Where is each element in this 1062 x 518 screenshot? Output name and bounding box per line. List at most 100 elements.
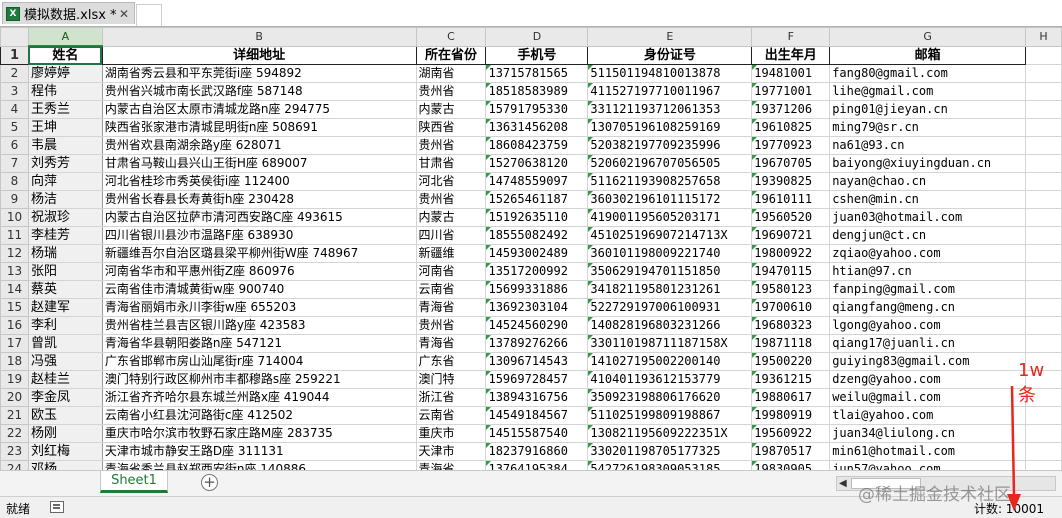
cell[interactable]: 陕西省张家港市清城昆明街n座 508691 bbox=[101, 118, 417, 137]
cell[interactable]: 19361215 bbox=[751, 370, 831, 389]
cell[interactable]: 杨刚 bbox=[27, 424, 103, 443]
cell[interactable]: dengjun@ct.cn bbox=[829, 226, 1027, 245]
empty-cell[interactable] bbox=[1025, 45, 1062, 65]
cell[interactable]: 13764195384 bbox=[485, 460, 589, 470]
column-header-g[interactable]: G bbox=[829, 27, 1027, 47]
empty-cell[interactable] bbox=[1025, 64, 1062, 83]
cell[interactable]: zqiao@yahoo.com bbox=[829, 244, 1027, 263]
cell[interactable]: 14748559097 bbox=[485, 172, 589, 191]
cell[interactable]: 廖婷婷 bbox=[27, 64, 103, 83]
cell[interactable]: 浙江省 bbox=[415, 388, 487, 407]
cell[interactable]: ming79@sr.cn bbox=[829, 118, 1027, 137]
cell[interactable]: lihe@gmail.com bbox=[829, 82, 1027, 101]
empty-cell[interactable] bbox=[1025, 280, 1062, 299]
row-number[interactable]: 3 bbox=[0, 82, 29, 101]
cell[interactable]: 15265461187 bbox=[485, 190, 589, 209]
new-tab-button[interactable] bbox=[136, 4, 162, 26]
empty-cell[interactable] bbox=[1025, 406, 1062, 425]
cell[interactable]: 欧玉 bbox=[27, 406, 103, 425]
cell[interactable]: 四川省 bbox=[415, 226, 487, 245]
header-cell[interactable]: 出生年月 bbox=[751, 45, 831, 65]
cell[interactable]: 河北省 bbox=[415, 172, 487, 191]
cell[interactable]: 14549184567 bbox=[485, 406, 589, 425]
cell[interactable]: 邓杨 bbox=[27, 460, 103, 470]
cell[interactable]: 赵桂兰 bbox=[27, 370, 103, 389]
cell[interactable]: cshen@min.cn bbox=[829, 190, 1027, 209]
column-header-b[interactable]: B bbox=[101, 27, 417, 47]
row-number[interactable]: 18 bbox=[0, 352, 29, 371]
cell[interactable]: 广东省 bbox=[415, 352, 487, 371]
cell[interactable]: 云南省小红县沈河路街c座 412502 bbox=[101, 406, 417, 425]
cell[interactable]: 贵州省兴城市南长武汉路f座 587148 bbox=[101, 82, 417, 101]
cell[interactable]: 18237916860 bbox=[485, 442, 589, 461]
cell[interactable]: juan03@hotmail.com bbox=[829, 208, 1027, 227]
row-number[interactable]: 7 bbox=[0, 154, 29, 173]
cell[interactable]: 重庆市哈尔滨市牧野石家庄路M座 283735 bbox=[101, 424, 417, 443]
cell[interactable]: 19610111 bbox=[751, 190, 831, 209]
cell[interactable]: 19390825 bbox=[751, 172, 831, 191]
cell[interactable]: na61@93.cn bbox=[829, 136, 1027, 155]
cell[interactable]: 520382197709235996 bbox=[587, 136, 753, 155]
cell[interactable]: 19680323 bbox=[751, 316, 831, 335]
cell[interactable]: fanping@gmail.com bbox=[829, 280, 1027, 299]
cell[interactable]: 曾凯 bbox=[27, 334, 103, 353]
column-header-h[interactable]: H bbox=[1025, 27, 1062, 47]
row-number[interactable]: 21 bbox=[0, 406, 29, 425]
cell[interactable]: 411527197710011967 bbox=[587, 82, 753, 101]
empty-cell[interactable] bbox=[1025, 154, 1062, 173]
cell[interactable]: baiyong@xiuyingduan.cn bbox=[829, 154, 1027, 173]
cell[interactable]: 内蒙古自治区拉萨市清河西安路C座 493615 bbox=[101, 208, 417, 227]
cell[interactable]: 19690721 bbox=[751, 226, 831, 245]
cell[interactable]: 13096714543 bbox=[485, 352, 589, 371]
column-header-a[interactable]: A bbox=[27, 27, 103, 47]
empty-cell[interactable] bbox=[1025, 82, 1062, 101]
cell[interactable]: 青海省丽娟市永川李街w座 655203 bbox=[101, 298, 417, 317]
cell[interactable]: 511501194810013878 bbox=[587, 64, 753, 83]
cell[interactable]: 四川省银川县沙市温路F座 638930 bbox=[101, 226, 417, 245]
cell[interactable]: 511025199809198867 bbox=[587, 406, 753, 425]
sheet-tab-sheet1[interactable]: Sheet1 bbox=[100, 471, 168, 493]
header-cell[interactable]: 详细地址 bbox=[101, 45, 417, 65]
cell[interactable]: 14524560290 bbox=[485, 316, 589, 335]
cell[interactable]: 130705196108259169 bbox=[587, 118, 753, 137]
header-cell[interactable]: 手机号 bbox=[485, 45, 589, 65]
cell[interactable]: 141027195002200140 bbox=[587, 352, 753, 371]
cell[interactable]: 河北省桂珍市秀英侯街i座 112400 bbox=[101, 172, 417, 191]
cell[interactable]: 王坤 bbox=[27, 118, 103, 137]
column-header-f[interactable]: F bbox=[751, 27, 831, 47]
cell[interactable]: 360101198009221740 bbox=[587, 244, 753, 263]
header-cell[interactable]: 身份证号 bbox=[587, 45, 753, 65]
cell[interactable]: 河南省 bbox=[415, 262, 487, 281]
cell[interactable]: 13631456208 bbox=[485, 118, 589, 137]
add-sheet-icon[interactable]: + bbox=[201, 474, 218, 491]
cell[interactable]: 重庆市 bbox=[415, 424, 487, 443]
cell[interactable]: 19830905 bbox=[751, 460, 831, 470]
cell[interactable]: 19560922 bbox=[751, 424, 831, 443]
row-number[interactable]: 4 bbox=[0, 100, 29, 119]
cell[interactable]: guiying83@gmail.com bbox=[829, 352, 1027, 371]
cell[interactable]: 青海省 bbox=[415, 334, 487, 353]
empty-cell[interactable] bbox=[1025, 244, 1062, 263]
empty-cell[interactable] bbox=[1025, 442, 1062, 461]
cell[interactable]: 赵建军 bbox=[27, 298, 103, 317]
row-number[interactable]: 19 bbox=[0, 370, 29, 389]
row-number[interactable]: 17 bbox=[0, 334, 29, 353]
cell[interactable]: 贵州省欢县南湖余路y座 628071 bbox=[101, 136, 417, 155]
row-number[interactable]: 15 bbox=[0, 298, 29, 317]
cell[interactable]: 19560520 bbox=[751, 208, 831, 227]
cell[interactable]: 13715781565 bbox=[485, 64, 589, 83]
cell[interactable]: 19700610 bbox=[751, 298, 831, 317]
cell[interactable]: 419001195605203171 bbox=[587, 208, 753, 227]
cell[interactable]: 15969728457 bbox=[485, 370, 589, 389]
cell[interactable]: 李金凤 bbox=[27, 388, 103, 407]
cell[interactable]: 澳门特 bbox=[415, 370, 487, 389]
empty-cell[interactable] bbox=[1025, 172, 1062, 191]
cell[interactable]: 李利 bbox=[27, 316, 103, 335]
cell[interactable]: 19800922 bbox=[751, 244, 831, 263]
cell[interactable]: 522729197006100931 bbox=[587, 298, 753, 317]
empty-cell[interactable] bbox=[1025, 190, 1062, 209]
cell[interactable]: 19610825 bbox=[751, 118, 831, 137]
cell[interactable]: 330201198705177325 bbox=[587, 442, 753, 461]
cell[interactable]: ping01@jieyan.cn bbox=[829, 100, 1027, 119]
cell[interactable]: 14593002489 bbox=[485, 244, 589, 263]
